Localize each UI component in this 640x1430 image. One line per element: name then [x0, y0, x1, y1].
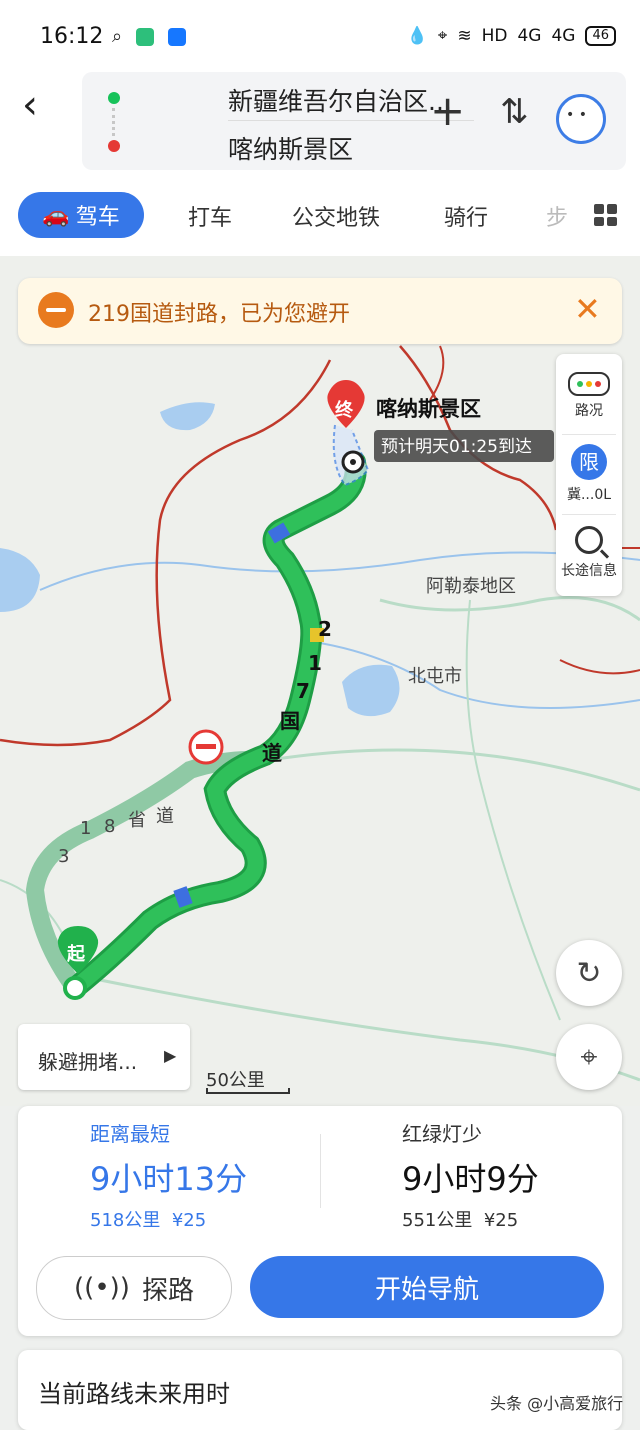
car-icon: 🚗 — [42, 202, 70, 228]
wifi-icon: ≋ — [457, 26, 472, 46]
route-header: ‹ 新疆维吾尔自治区... 喀纳斯景区 + ⇅ — [0, 72, 640, 184]
status-bar: 16:12 ⌕ 💧 ⌖ ≋ HD 4G 4G 46 — [0, 0, 640, 72]
avoid-congestion-button[interactable]: 躲避拥堵... ▶ — [18, 1024, 190, 1090]
road-label-char: 道 — [156, 806, 174, 827]
destination-field[interactable]: 喀纳斯景区 — [228, 130, 353, 166]
location-icon: ⌖ — [437, 26, 448, 46]
locate-button[interactable]: ⌖ — [556, 1024, 622, 1090]
road-label-char: 道 — [262, 741, 282, 765]
add-waypoint-button[interactable]: + — [430, 90, 465, 132]
river — [39, 551, 640, 591]
start-marker-text: 起 — [66, 943, 86, 965]
traffic-light-icon — [568, 372, 610, 396]
main-route-line — [67, 454, 364, 996]
road-label-char: 国 — [280, 709, 300, 733]
route-meta: 551公里 ¥25 — [402, 1210, 519, 1231]
tab-drive[interactable]: 🚗 驾车 — [18, 192, 144, 238]
long-trip-info-button[interactable]: 长途信息 — [556, 526, 622, 580]
probe-route-button[interactable]: ((•)) 探路 — [36, 1256, 232, 1320]
status-app-icons: ⌕ — [112, 26, 186, 47]
mode-tabs: 🚗 驾车 打车 公交地铁 骑行 步 — [0, 184, 640, 256]
locate-icon: ⌖ — [580, 1039, 598, 1075]
destination-marker-text: 终 — [335, 399, 354, 421]
lake-shape — [342, 664, 400, 717]
map-view[interactable]: 2 1 7 国 道 3 1 8 省 道 阿勒泰地区 北屯市 终 喀纳斯景区 预计… — [0, 256, 640, 1106]
origin-dot-icon — [108, 92, 120, 104]
eta-label: 预计明天01:25到达 — [381, 437, 532, 457]
hd-indicator: HD — [481, 26, 508, 46]
place-label: 北屯市 — [408, 666, 462, 687]
route-dots — [112, 108, 119, 136]
pay-icon — [167, 28, 186, 46]
destination-label: 喀纳斯景区 — [376, 397, 481, 421]
back-icon[interactable]: ‹ — [22, 82, 38, 128]
road-label-char: 7 — [296, 679, 310, 703]
road-label-217: 2 1 7 国 道 — [262, 617, 332, 765]
main-route-outline — [64, 451, 367, 999]
tab-taxi[interactable]: 打车 — [188, 200, 232, 232]
no-entry-icon — [38, 292, 74, 328]
message-icon — [135, 28, 154, 46]
lake-shape — [160, 402, 215, 431]
start-point-icon — [63, 976, 87, 1000]
watermark: 头条 @小高爱旅行 — [490, 1394, 624, 1413]
tab-transit[interactable]: 公交地铁 — [292, 200, 380, 232]
drop-icon: 💧 — [406, 26, 428, 46]
signal-4g-1: 4G — [517, 26, 542, 46]
play-arrow-icon: ▶ — [164, 1046, 177, 1065]
map-canvas: 2 1 7 国 道 3 1 8 省 道 阿勒泰地区 北屯市 终 喀纳斯景区 预计… — [0, 345, 640, 1082]
notice-text: 219国道封路，已为您避开 — [88, 302, 350, 327]
status-time: 16:12 — [40, 24, 104, 49]
limit-icon: 限 — [571, 444, 607, 480]
road-closure-notice: 219国道封路，已为您避开 ✕ — [18, 278, 622, 344]
close-icon[interactable]: ✕ — [574, 290, 601, 328]
road-label-char: 1 — [308, 651, 322, 675]
route-meta: 518公里 ¥25 — [90, 1210, 207, 1231]
future-title: 当前路线未来用时 — [38, 1380, 230, 1408]
plate-limit-button[interactable]: 限 冀...0L — [556, 444, 622, 504]
swap-icon[interactable]: ⇅ — [500, 92, 529, 132]
traffic-button[interactable]: 路况 — [556, 372, 622, 420]
route-time: 9小时13分 — [90, 1160, 248, 1198]
tab-bike[interactable]: 骑行 — [444, 200, 488, 232]
refresh-icon: ↻ — [576, 955, 602, 991]
road-label-char: 2 — [318, 617, 332, 641]
status-right: 💧 ⌖ ≋ HD 4G 4G 46 — [407, 26, 616, 46]
lake-shape — [0, 548, 40, 612]
tab-walk[interactable]: 步 — [546, 200, 568, 232]
broadcast-icon: ((•)) — [74, 1273, 130, 1303]
road-label-char: 1 — [80, 818, 91, 839]
road-label-char: 省 — [128, 810, 146, 831]
route-time: 9小时9分 — [402, 1160, 539, 1198]
signal-4g-2: 4G — [551, 26, 576, 46]
refresh-button[interactable]: ↻ — [556, 940, 622, 1006]
route-input-box: 新疆维吾尔自治区... 喀纳斯景区 — [82, 72, 626, 170]
road-label-char: 3 — [58, 846, 69, 867]
divider — [320, 1134, 321, 1208]
search-icon: ⌕ — [112, 26, 123, 47]
place-label: 阿勒泰地区 — [426, 576, 516, 597]
route-options-card: 距离最短 9小时13分 518公里 ¥25 红绿灯少 9小时9分 551公里 ¥… — [18, 1106, 622, 1336]
map-scale-bar — [206, 1088, 290, 1094]
assistant-avatar-icon[interactable] — [556, 94, 606, 144]
start-navigation-button[interactable]: 开始导航 — [250, 1256, 604, 1318]
search-icon — [575, 526, 603, 554]
road-label-char: 8 — [104, 816, 115, 837]
origin-field[interactable]: 新疆维吾尔自治区... — [228, 82, 452, 118]
more-grid-icon[interactable] — [594, 204, 617, 226]
battery-icon: 46 — [585, 26, 616, 46]
destination-dot-icon — [108, 140, 120, 152]
map-side-panel: 路况 限 冀...0L 长途信息 — [556, 354, 622, 596]
